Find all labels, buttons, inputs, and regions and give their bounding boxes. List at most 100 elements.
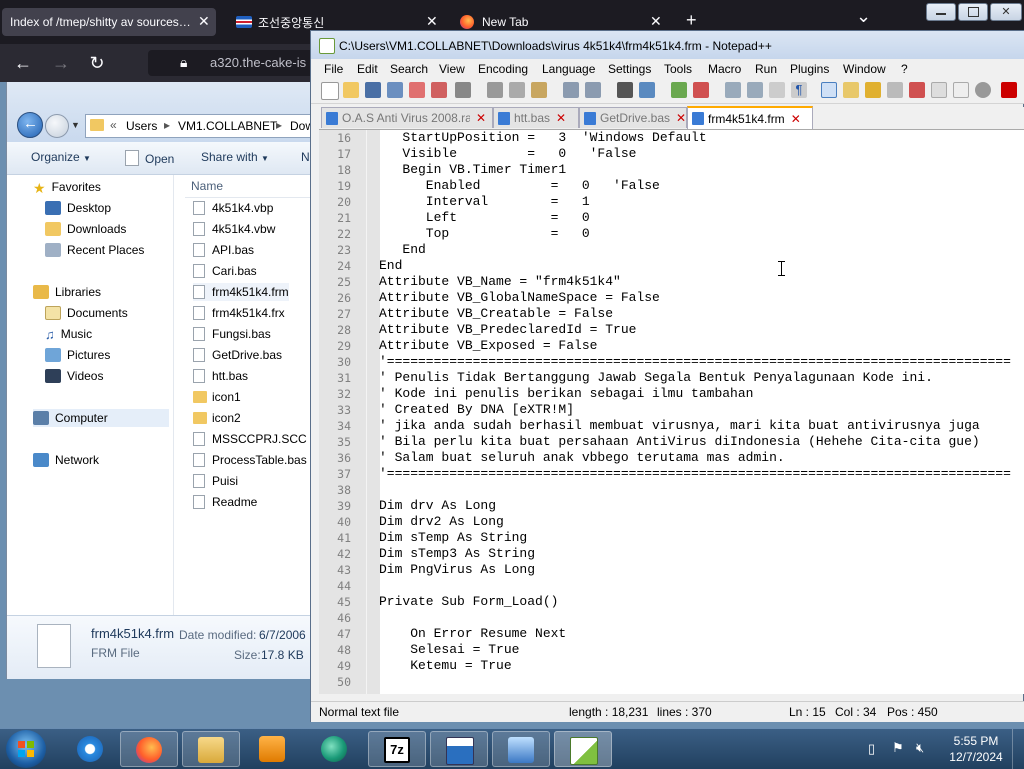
- code-line[interactable]: Attribute VB_PredeclaredId = True: [379, 322, 636, 338]
- code-line[interactable]: On Error Resume Next: [379, 626, 566, 642]
- code-line[interactable]: Interval = 1: [379, 194, 590, 210]
- user-language-icon[interactable]: [843, 82, 859, 98]
- code-line[interactable]: Visible = 0 'False: [379, 146, 636, 162]
- start-button[interactable]: [6, 730, 46, 768]
- menu-edit[interactable]: Edit: [357, 62, 378, 76]
- file-list-item[interactable]: Readme: [193, 493, 257, 511]
- open-file-icon[interactable]: [343, 82, 359, 98]
- file-list-item[interactable]: Cari.bas: [193, 262, 257, 280]
- show-desktop-button[interactable]: [1012, 729, 1024, 769]
- menu-settings[interactable]: Settings: [608, 62, 651, 76]
- close-icon[interactable]: ✕: [476, 111, 486, 125]
- nav-recent-places[interactable]: Recent Places: [45, 241, 144, 259]
- nav-network[interactable]: Network: [33, 451, 99, 469]
- code-line[interactable]: Attribute VB_Name = "frm4k51k4": [379, 274, 621, 290]
- monitoring-icon[interactable]: [953, 82, 969, 98]
- menu-encoding[interactable]: Encoding: [478, 62, 528, 76]
- code-line[interactable]: ' Salam buat seluruh anak vbbego terutam…: [379, 450, 785, 466]
- file-list-item[interactable]: API.bas: [193, 241, 254, 259]
- nav-favorites[interactable]: ★ Favorites: [33, 178, 101, 196]
- forward-button[interactable]: [45, 114, 69, 138]
- reload-icon[interactable]: ↻: [86, 52, 108, 74]
- close-icon[interactable]: ✕: [791, 112, 801, 126]
- code-line[interactable]: Ketemu = True: [379, 658, 511, 674]
- word-wrap-icon[interactable]: [769, 82, 785, 98]
- menu-window[interactable]: Window: [843, 62, 886, 76]
- file-list-item[interactable]: icon1: [193, 388, 241, 406]
- taskbar-firefox[interactable]: [120, 731, 178, 767]
- taskbar-notepadpp[interactable]: [554, 731, 612, 767]
- file-tab-3[interactable]: GetDrive.bas ✕: [579, 107, 687, 128]
- code-line[interactable]: '=======================================…: [379, 354, 1011, 370]
- code-line[interactable]: Attribute VB_Exposed = False: [379, 338, 597, 354]
- taskbar-ie[interactable]: [62, 731, 120, 767]
- file-list-item[interactable]: 4k51k4.vbw: [193, 220, 275, 238]
- code-line[interactable]: Enabled = 0 'False: [379, 178, 660, 194]
- browser-tab-1[interactable]: Index of /tmep/shitty av sources/Re ✕: [2, 8, 216, 36]
- nav-computer[interactable]: Computer: [33, 409, 169, 427]
- code-line[interactable]: End: [379, 258, 402, 274]
- code-line[interactable]: Top = 0: [379, 226, 590, 242]
- close-icon[interactable]: ✕: [556, 111, 566, 125]
- code-line[interactable]: Private Sub Form_Load(): [379, 594, 558, 610]
- column-header-name[interactable]: Name: [191, 179, 223, 193]
- file-list-item[interactable]: GetDrive.bas: [193, 346, 282, 364]
- code-line[interactable]: End: [379, 242, 425, 258]
- code-line[interactable]: Selesai = True: [379, 642, 519, 658]
- doc-map-icon[interactable]: [865, 82, 881, 98]
- breadcrumb-users[interactable]: Users: [126, 119, 157, 133]
- taskbar-media-player[interactable]: [244, 731, 302, 767]
- copy-icon[interactable]: [509, 82, 525, 98]
- undo-icon[interactable]: [563, 82, 579, 98]
- nav-documents[interactable]: Documents: [45, 304, 128, 322]
- nav-pictures[interactable]: Pictures: [45, 346, 110, 364]
- clock-date[interactable]: 12/7/2024: [946, 750, 1006, 764]
- cut-icon[interactable]: [487, 82, 503, 98]
- doc-list-icon[interactable]: [887, 82, 903, 98]
- code-line[interactable]: Dim sTemp As String: [379, 530, 527, 546]
- sync-vertical-icon[interactable]: [725, 82, 741, 98]
- taskbar-control-panel[interactable]: [492, 731, 550, 767]
- file-list-item[interactable]: Puisi: [193, 472, 238, 490]
- close-icon[interactable]: ✕: [676, 111, 686, 125]
- close-icon[interactable]: ✕: [198, 13, 210, 30]
- maximize-button[interactable]: [958, 3, 988, 21]
- save-icon[interactable]: [365, 82, 381, 98]
- code-line[interactable]: Dim drv As Long: [379, 498, 496, 514]
- menu-help[interactable]: ?: [901, 62, 908, 76]
- file-list-item[interactable]: Fungsi.bas: [193, 325, 271, 343]
- code-line[interactable]: Attribute VB_Creatable = False: [379, 306, 613, 322]
- indent-guide-icon[interactable]: [821, 82, 837, 98]
- taskbar-app[interactable]: [306, 731, 364, 767]
- print-icon[interactable]: [455, 82, 471, 98]
- menu-tools[interactable]: Tools: [664, 62, 692, 76]
- taskbar-explorer[interactable]: [182, 731, 240, 767]
- code-line[interactable]: Attribute VB_GlobalNameSpace = False: [379, 290, 660, 306]
- menu-search[interactable]: Search: [390, 62, 428, 76]
- history-dropdown-icon[interactable]: ▼: [71, 120, 80, 130]
- code-line[interactable]: ' Created By DNA [eXTR!M]: [379, 402, 574, 418]
- close-icon[interactable]: ✕: [426, 13, 438, 30]
- menu-view[interactable]: View: [439, 62, 465, 76]
- zoom-in-icon[interactable]: [671, 82, 687, 98]
- code-line[interactable]: ' Penulis Tidak Bertanggung Jawab Segala…: [379, 370, 933, 386]
- close-all-icon[interactable]: [431, 82, 447, 98]
- zoom-out-icon[interactable]: [693, 82, 709, 98]
- file-list-item[interactable]: htt.bas: [193, 367, 248, 385]
- back-arrow-icon[interactable]: ←: [12, 52, 34, 74]
- nav-music[interactable]: ♫ Music: [45, 325, 92, 343]
- code-line[interactable]: ' Kode ini penulis berikan sebagai ilmu …: [379, 386, 753, 402]
- redo-icon[interactable]: [585, 82, 601, 98]
- file-list-item[interactable]: icon2: [193, 409, 241, 427]
- new-folder-button[interactable]: N: [301, 150, 310, 164]
- code-line[interactable]: '=======================================…: [379, 466, 1011, 482]
- nav-downloads[interactable]: Downloads: [45, 220, 126, 238]
- show-all-chars-icon[interactable]: ¶: [791, 82, 807, 98]
- find-icon[interactable]: [617, 82, 633, 98]
- paste-icon[interactable]: [531, 82, 547, 98]
- function-list-icon[interactable]: [909, 82, 925, 98]
- close-icon[interactable]: ✕: [650, 13, 662, 30]
- url-bar[interactable]: 🔒︎ a320.the-cake-is: [148, 50, 318, 76]
- code-line[interactable]: Left = 0: [379, 210, 590, 226]
- minimize-button[interactable]: [926, 3, 956, 21]
